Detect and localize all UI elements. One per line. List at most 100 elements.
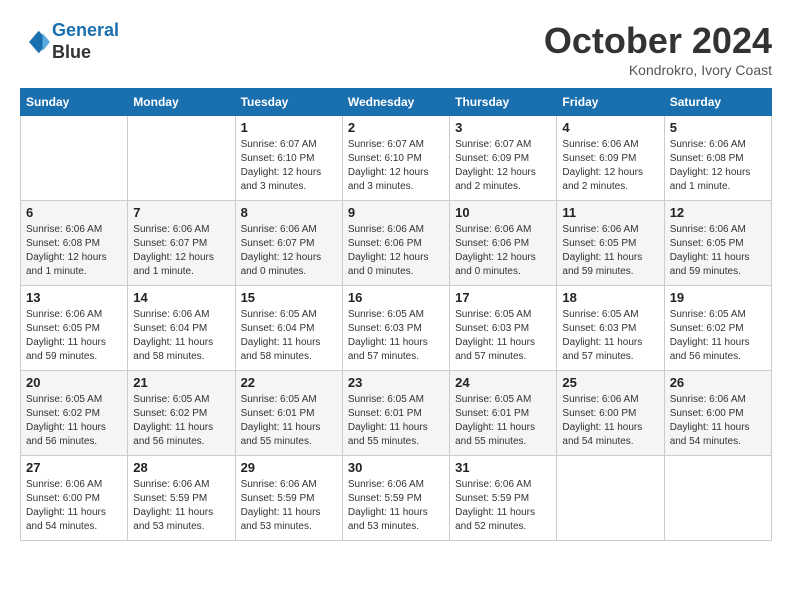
day-info: Sunrise: 6:05 AM Sunset: 6:02 PM Dayligh… — [670, 308, 766, 364]
weekday-header: Tuesday — [235, 89, 342, 116]
calendar-cell: 15 Sunrise: 6:05 AM Sunset: 6:04 PM Dayli… — [235, 286, 342, 371]
day-info: Sunrise: 6:06 AM Sunset: 6:00 PM Dayligh… — [562, 393, 658, 449]
calendar-cell: 31 Sunrise: 6:06 AM Sunset: 5:59 PM Dayli… — [450, 456, 557, 541]
calendar-cell: 1 Sunrise: 6:07 AM Sunset: 6:10 PM Daylig… — [235, 116, 342, 201]
day-number: 15 — [241, 290, 337, 305]
calendar-header: SundayMondayTuesdayWednesdayThursdayFrid… — [21, 89, 772, 116]
day-number: 17 — [455, 290, 551, 305]
day-number: 26 — [670, 375, 766, 390]
day-info: Sunrise: 6:06 AM Sunset: 6:07 PM Dayligh… — [133, 223, 229, 279]
calendar-cell: 19 Sunrise: 6:05 AM Sunset: 6:02 PM Dayli… — [664, 286, 771, 371]
weekday-row: SundayMondayTuesdayWednesdayThursdayFrid… — [21, 89, 772, 116]
day-number: 5 — [670, 120, 766, 135]
calendar-cell: 28 Sunrise: 6:06 AM Sunset: 5:59 PM Dayli… — [128, 456, 235, 541]
day-number: 1 — [241, 120, 337, 135]
weekday-header: Thursday — [450, 89, 557, 116]
day-number: 18 — [562, 290, 658, 305]
day-number: 19 — [670, 290, 766, 305]
calendar-cell: 22 Sunrise: 6:05 AM Sunset: 6:01 PM Dayli… — [235, 371, 342, 456]
day-number: 30 — [348, 460, 444, 475]
calendar-cell: 30 Sunrise: 6:06 AM Sunset: 5:59 PM Dayli… — [342, 456, 449, 541]
day-info: Sunrise: 6:06 AM Sunset: 6:05 PM Dayligh… — [26, 308, 122, 364]
day-info: Sunrise: 6:07 AM Sunset: 6:10 PM Dayligh… — [241, 138, 337, 194]
calendar-cell: 8 Sunrise: 6:06 AM Sunset: 6:07 PM Daylig… — [235, 201, 342, 286]
day-info: Sunrise: 6:05 AM Sunset: 6:01 PM Dayligh… — [241, 393, 337, 449]
calendar-cell: 10 Sunrise: 6:06 AM Sunset: 6:06 PM Dayli… — [450, 201, 557, 286]
title-block: October 2024 Kondrokro, Ivory Coast — [544, 20, 772, 78]
day-info: Sunrise: 6:06 AM Sunset: 5:59 PM Dayligh… — [241, 478, 337, 534]
day-info: Sunrise: 6:06 AM Sunset: 6:07 PM Dayligh… — [241, 223, 337, 279]
calendar-cell: 2 Sunrise: 6:07 AM Sunset: 6:10 PM Daylig… — [342, 116, 449, 201]
day-info: Sunrise: 6:06 AM Sunset: 5:59 PM Dayligh… — [133, 478, 229, 534]
calendar-cell — [557, 456, 664, 541]
calendar-cell: 29Sunrise: 6:06 AM Sunset: 5:59 PM Dayli… — [235, 456, 342, 541]
day-number: 28 — [133, 460, 229, 475]
day-info: Sunrise: 6:06 AM Sunset: 6:08 PM Dayligh… — [26, 223, 122, 279]
day-info: Sunrise: 6:06 AM Sunset: 5:59 PM Dayligh… — [455, 478, 551, 534]
calendar-cell: 18Sunrise: 6:05 AM Sunset: 6:03 PM Dayli… — [557, 286, 664, 371]
calendar-cell: 12Sunrise: 6:06 AM Sunset: 6:05 PM Dayli… — [664, 201, 771, 286]
calendar-cell: 9Sunrise: 6:06 AM Sunset: 6:06 PM Daylig… — [342, 201, 449, 286]
calendar-cell: 6 Sunrise: 6:06 AM Sunset: 6:08 PM Daylig… — [21, 201, 128, 286]
calendar-week-row: 27 Sunrise: 6:06 AM Sunset: 6:00 PM Dayli… — [21, 456, 772, 541]
logo-text: General Blue — [52, 20, 119, 63]
day-info: Sunrise: 6:06 AM Sunset: 6:00 PM Dayligh… — [26, 478, 122, 534]
day-info: Sunrise: 6:06 AM Sunset: 6:09 PM Dayligh… — [562, 138, 658, 194]
weekday-header: Saturday — [664, 89, 771, 116]
calendar-body: 1 Sunrise: 6:07 AM Sunset: 6:10 PM Daylig… — [21, 116, 772, 541]
calendar-week-row: 6 Sunrise: 6:06 AM Sunset: 6:08 PM Daylig… — [21, 201, 772, 286]
day-number: 24 — [455, 375, 551, 390]
day-number: 10 — [455, 205, 551, 220]
calendar-cell: 7Sunrise: 6:06 AM Sunset: 6:07 PM Daylig… — [128, 201, 235, 286]
calendar-cell: 20Sunrise: 6:05 AM Sunset: 6:02 PM Dayli… — [21, 371, 128, 456]
calendar-cell: 13 Sunrise: 6:06 AM Sunset: 6:05 PM Dayli… — [21, 286, 128, 371]
day-number: 22 — [241, 375, 337, 390]
logo-line2: Blue — [52, 42, 119, 64]
calendar-cell — [128, 116, 235, 201]
day-info: Sunrise: 6:06 AM Sunset: 5:59 PM Dayligh… — [348, 478, 444, 534]
day-info: Sunrise: 6:06 AM Sunset: 6:06 PM Dayligh… — [455, 223, 551, 279]
calendar-cell — [664, 456, 771, 541]
weekday-header: Monday — [128, 89, 235, 116]
calendar-cell: 3Sunrise: 6:07 AM Sunset: 6:09 PM Daylig… — [450, 116, 557, 201]
logo: General Blue — [20, 20, 119, 63]
day-number: 13 — [26, 290, 122, 305]
calendar-table: SundayMondayTuesdayWednesdayThursdayFrid… — [20, 88, 772, 541]
calendar-cell: 26 Sunrise: 6:06 AM Sunset: 6:00 PM Dayli… — [664, 371, 771, 456]
day-number: 2 — [348, 120, 444, 135]
day-number: 27 — [26, 460, 122, 475]
day-info: Sunrise: 6:05 AM Sunset: 6:02 PM Dayligh… — [133, 393, 229, 449]
day-info: Sunrise: 6:07 AM Sunset: 6:10 PM Dayligh… — [348, 138, 444, 194]
calendar-cell: 27 Sunrise: 6:06 AM Sunset: 6:00 PM Dayli… — [21, 456, 128, 541]
logo-icon — [20, 27, 50, 57]
calendar-cell: 23Sunrise: 6:05 AM Sunset: 6:01 PM Dayli… — [342, 371, 449, 456]
weekday-header: Sunday — [21, 89, 128, 116]
calendar-cell: 25 Sunrise: 6:06 AM Sunset: 6:00 PM Dayli… — [557, 371, 664, 456]
calendar-cell: 14 Sunrise: 6:06 AM Sunset: 6:04 PM Dayli… — [128, 286, 235, 371]
day-info: Sunrise: 6:05 AM Sunset: 6:04 PM Dayligh… — [241, 308, 337, 364]
day-number: 31 — [455, 460, 551, 475]
day-number: 3 — [455, 120, 551, 135]
day-info: Sunrise: 6:05 AM Sunset: 6:03 PM Dayligh… — [348, 308, 444, 364]
month-title: October 2024 — [544, 20, 772, 62]
day-number: 25 — [562, 375, 658, 390]
day-info: Sunrise: 6:05 AM Sunset: 6:01 PM Dayligh… — [348, 393, 444, 449]
calendar-cell: 17 Sunrise: 6:05 AM Sunset: 6:03 PM Dayli… — [450, 286, 557, 371]
day-number: 12 — [670, 205, 766, 220]
calendar-cell: 16Sunrise: 6:05 AM Sunset: 6:03 PM Dayli… — [342, 286, 449, 371]
day-info: Sunrise: 6:06 AM Sunset: 6:06 PM Dayligh… — [348, 223, 444, 279]
day-info: Sunrise: 6:05 AM Sunset: 6:03 PM Dayligh… — [455, 308, 551, 364]
day-info: Sunrise: 6:06 AM Sunset: 6:00 PM Dayligh… — [670, 393, 766, 449]
day-number: 6 — [26, 205, 122, 220]
day-number: 14 — [133, 290, 229, 305]
day-number: 8 — [241, 205, 337, 220]
calendar-cell: 24Sunrise: 6:05 AM Sunset: 6:01 PM Dayli… — [450, 371, 557, 456]
day-number: 20 — [26, 375, 122, 390]
logo-line1: General — [52, 20, 119, 40]
calendar-week-row: 1 Sunrise: 6:07 AM Sunset: 6:10 PM Daylig… — [21, 116, 772, 201]
location: Kondrokro, Ivory Coast — [544, 62, 772, 78]
calendar-cell: 5Sunrise: 6:06 AM Sunset: 6:08 PM Daylig… — [664, 116, 771, 201]
calendar-week-row: 13 Sunrise: 6:06 AM Sunset: 6:05 PM Dayli… — [21, 286, 772, 371]
day-info: Sunrise: 6:06 AM Sunset: 6:04 PM Dayligh… — [133, 308, 229, 364]
page-header: General Blue October 2024 Kondrokro, Ivo… — [20, 20, 772, 78]
